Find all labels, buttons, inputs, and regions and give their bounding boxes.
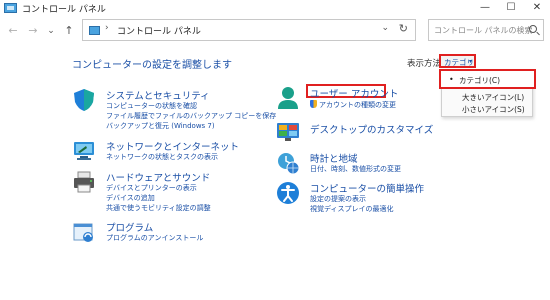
- forward-button[interactable]: →: [26, 24, 40, 38]
- category-link[interactable]: コンピューターの状態を確認: [106, 101, 197, 111]
- category-link[interactable]: ネットワークの状態とタスクの表示: [106, 152, 218, 162]
- menu-item-large-icons[interactable]: 大きいアイコン(L): [462, 92, 524, 103]
- category-title[interactable]: ハードウェアとサウンド: [106, 170, 210, 184]
- address-history-button[interactable]: ⌄: [381, 23, 389, 33]
- control-panel-icon: [4, 3, 17, 13]
- navigation-bar: ← → ⌄ ↑ › コントロール パネル ⌄ ↻ コントロール パネルの検索: [0, 16, 550, 46]
- category-title[interactable]: システムとセキュリティ: [106, 88, 210, 102]
- breadcrumb[interactable]: コントロール パネル: [117, 24, 201, 37]
- category-title[interactable]: ユーザー アカウント: [310, 86, 398, 100]
- minimize-button[interactable]: —: [472, 0, 498, 16]
- category-link[interactable]: 視覚ディスプレイの最適化: [310, 204, 394, 214]
- category-link[interactable]: デバイスの追加: [106, 193, 155, 203]
- recent-locations-button[interactable]: ⌄: [44, 24, 58, 38]
- window-title: コントロール パネル: [22, 5, 106, 15]
- user-icon: [278, 87, 298, 109]
- category-link[interactable]: デバイスとプリンターの表示: [106, 183, 197, 193]
- maximize-button[interactable]: ☐: [498, 0, 524, 16]
- category-link[interactable]: 設定の提案の表示: [310, 194, 366, 204]
- category-link[interactable]: プログラムのアンインストール: [106, 233, 203, 243]
- page-title: コンピューターの設定を調整します: [72, 60, 232, 71]
- menu-item-category[interactable]: • カテゴリ(C): [439, 69, 536, 89]
- menu-item-small-icons[interactable]: 小さいアイコン(S): [462, 104, 525, 115]
- category-title[interactable]: 時計と地域: [310, 151, 358, 165]
- accessibility-icon: [277, 182, 299, 204]
- category-title[interactable]: ネットワークとインターネット: [106, 139, 239, 153]
- category-link[interactable]: バックアップと復元 (Windows 7): [106, 121, 215, 131]
- dropdown-arrow-icon: ▾: [468, 58, 472, 65]
- category-title[interactable]: デスクトップのカスタマイズ: [310, 122, 433, 136]
- control-panel-icon: [89, 26, 100, 35]
- breadcrumb-separator: ›: [105, 23, 109, 33]
- search-icon: [529, 25, 537, 33]
- programs-icon: [73, 223, 93, 242]
- category-link[interactable]: アカウントの種類の変更: [310, 100, 396, 110]
- uac-shield-icon: [310, 100, 317, 108]
- shield-icon: [74, 89, 94, 111]
- category-title[interactable]: コンピューターの簡単操作: [310, 181, 424, 195]
- view-by-menu: • カテゴリ(C) 大きいアイコン(L) 小さいアイコン(S): [439, 69, 536, 117]
- menu-item-label: カテゴリ(C): [459, 76, 501, 85]
- category-link[interactable]: ファイル履歴でファイルのバックアップ コピーを保存: [106, 111, 276, 121]
- selected-bullet-icon: •: [449, 75, 454, 84]
- clock-icon: [278, 153, 300, 175]
- category-link[interactable]: 共通で使うモビリティ設定の調整: [106, 203, 211, 213]
- network-icon: [74, 142, 94, 160]
- search-placeholder: コントロール パネルの検索: [434, 26, 533, 35]
- back-button[interactable]: ←: [6, 24, 20, 38]
- view-by-dropdown[interactable]: カテゴリ ▾: [439, 54, 476, 68]
- desktop-icon: [277, 123, 299, 141]
- refresh-button[interactable]: ↻: [399, 22, 408, 35]
- printer-icon: [74, 171, 94, 193]
- up-button[interactable]: ↑: [62, 24, 76, 38]
- category-title[interactable]: プログラム: [106, 220, 153, 234]
- category-link[interactable]: 日付、時刻、数値形式の変更: [310, 164, 401, 174]
- close-button[interactable]: ✕: [524, 0, 550, 16]
- search-input[interactable]: コントロール パネルの検索: [428, 19, 544, 41]
- address-bar[interactable]: › コントロール パネル ⌄ ↻: [82, 19, 416, 41]
- title-bar: コントロール パネル — ☐ ✕: [0, 0, 550, 16]
